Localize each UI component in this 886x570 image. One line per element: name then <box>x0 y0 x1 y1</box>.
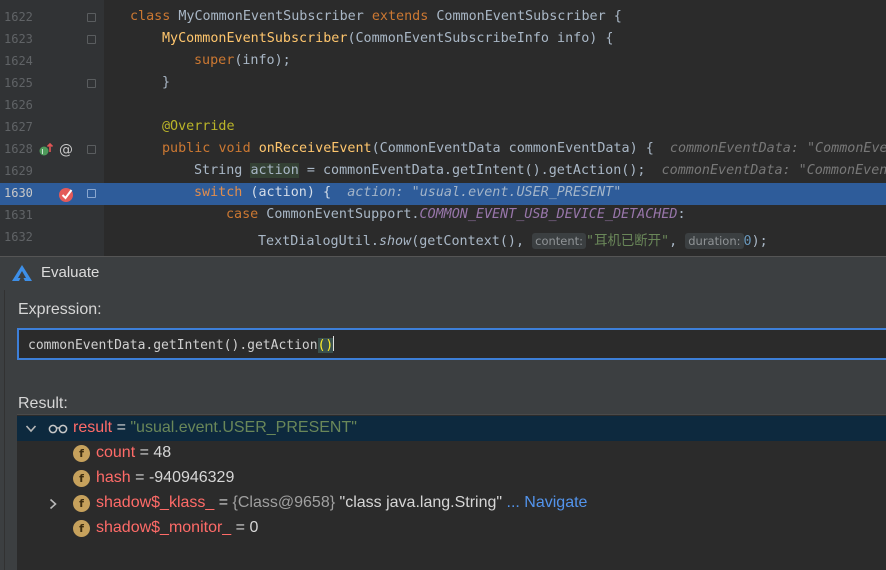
chevron-down-icon[interactable] <box>25 424 37 434</box>
text-caret <box>333 336 335 351</box>
dialog-title: Evaluate <box>41 264 100 281</box>
keyword: public <box>162 141 211 156</box>
app-logo-icon <box>12 265 32 281</box>
field-badge-icon: f <box>73 445 90 462</box>
keyword: switch <box>194 185 243 200</box>
field-name: count <box>96 444 136 461</box>
keyword: class <box>130 9 171 24</box>
keyword: void <box>218 141 251 156</box>
field-name: hash <box>96 469 131 486</box>
code-text: = commonEventData.getIntent().getAction(… <box>298 163 646 178</box>
result-label: Result: <box>18 395 68 412</box>
expression-label: Expression: <box>18 301 102 318</box>
tree-row-result[interactable]: result = "usual.event.USER_PRESENT" <box>17 416 886 441</box>
code-line[interactable]: TextDialogUtil.show(getContext(), conten… <box>0 227 886 249</box>
result-tree[interactable]: result = "usual.event.USER_PRESENT" f co… <box>17 414 886 570</box>
object-reference: {Class@9658} <box>232 494 340 511</box>
class-name: MyCommonEventSubscriber <box>178 9 364 24</box>
inline-debug-value: action: "usual.event.USER_PRESENT" <box>347 185 622 200</box>
line-number: 1626 <box>4 98 33 112</box>
code-line[interactable]: class MyCommonEventSubscriber extends Co… <box>0 7 886 29</box>
tree-row-shadow-klass[interactable]: f shadow$_klass_ = {Class@9658} "class j… <box>17 491 886 516</box>
tree-row-count[interactable]: f count = 48 <box>17 441 886 466</box>
tree-row-shadow-monitor[interactable]: f shadow$_monitor_ = 0 <box>17 516 886 541</box>
field-badge-icon: f <box>73 470 90 487</box>
code-text: ); <box>751 234 768 249</box>
method-name: show <box>378 234 412 249</box>
result-var-name: result <box>73 419 113 436</box>
code-text: , <box>669 234 686 249</box>
inline-debug-value: commonEventData: "CommonEve <box>669 141 886 156</box>
inline-debug-value: commonEventData: "CommonEven <box>661 163 886 178</box>
code-text: (info); <box>234 53 291 68</box>
field-value: -940946329 <box>148 469 235 486</box>
code-line[interactable]: case CommonEventSupport.COMMON_EVENT_USB… <box>0 205 886 227</box>
gutter-line: 1626 <box>0 95 104 117</box>
code-text: } <box>162 75 171 90</box>
field-value: 48 <box>153 444 172 461</box>
code-line[interactable]: String action = commonEventData.getInten… <box>0 161 886 183</box>
watch-glasses-icon <box>48 424 68 434</box>
equals-sign: = <box>112 419 131 436</box>
field-value: 0 <box>249 519 259 536</box>
code-text: CommonEventSubscriber { <box>436 9 622 24</box>
code-text: String <box>194 163 251 178</box>
dialog-titlebar[interactable]: Evaluate <box>0 257 886 290</box>
parameter-hint: duration: <box>685 233 744 249</box>
code-line[interactable]: MyCommonEventSubscriber(CommonEventSubsc… <box>0 29 886 51</box>
code-text: TextDialogUtil. <box>258 234 379 249</box>
static-field: COMMON_EVENT_USB_DEVICE_DETACHED <box>419 207 678 222</box>
method-name: MyCommonEventSubscriber <box>162 31 348 46</box>
code-text: (CommonEventData commonEventData) { <box>371 141 654 156</box>
equals-sign: = <box>231 519 250 536</box>
code-text: (getContext(), <box>411 234 533 249</box>
chevron-right-icon[interactable] <box>48 498 58 510</box>
keyword: case <box>226 207 259 222</box>
result-value: "usual.event.USER_PRESENT" <box>130 419 357 436</box>
code-text: (action) { <box>242 185 332 200</box>
code-editor[interactable]: 1622 1623 1624 1625 1626 1627 1628 I @ 1… <box>0 0 886 256</box>
string-literal: "耳机已断开" <box>586 234 670 249</box>
field-name: shadow$_monitor_ <box>96 519 232 536</box>
navigate-link[interactable]: ... Navigate <box>502 494 588 511</box>
variable-highlight: action <box>250 163 299 178</box>
keyword: extends <box>371 9 429 24</box>
code-line[interactable]: @Override <box>0 117 886 139</box>
code-line[interactable]: public void onReceiveEvent(CommonEventDa… <box>0 139 886 161</box>
expression-text: commonEventData.getIntent().getAction <box>28 338 318 353</box>
equals-sign: = <box>135 444 154 461</box>
keyword: super <box>194 53 235 68</box>
field-value: "class java.lang.String" <box>339 494 503 511</box>
number-literal: 0 <box>743 234 752 249</box>
matched-parens: () <box>317 338 334 353</box>
method-name: onReceiveEvent <box>258 141 372 156</box>
code-text: CommonEventSupport. <box>258 207 420 222</box>
code-line[interactable]: } <box>0 73 886 95</box>
field-badge-icon: f <box>73 495 90 512</box>
code-line[interactable]: super(info); <box>0 51 886 73</box>
field-name: shadow$_klass_ <box>96 494 215 511</box>
equals-sign: = <box>130 469 149 486</box>
field-badge-icon: f <box>73 520 90 537</box>
code-text: (CommonEventSubscribeInfo info) { <box>347 31 614 46</box>
equals-sign: = <box>214 494 233 511</box>
parameter-hint: content: <box>532 233 587 249</box>
expression-input[interactable]: commonEventData.getIntent().getAction() <box>17 328 886 360</box>
code-line[interactable]: switch (action) { action: "usual.event.U… <box>0 183 886 205</box>
code-text: : <box>677 207 686 222</box>
tree-row-hash[interactable]: f hash = -940946329 <box>17 466 886 491</box>
annotation: @Override <box>162 119 235 134</box>
